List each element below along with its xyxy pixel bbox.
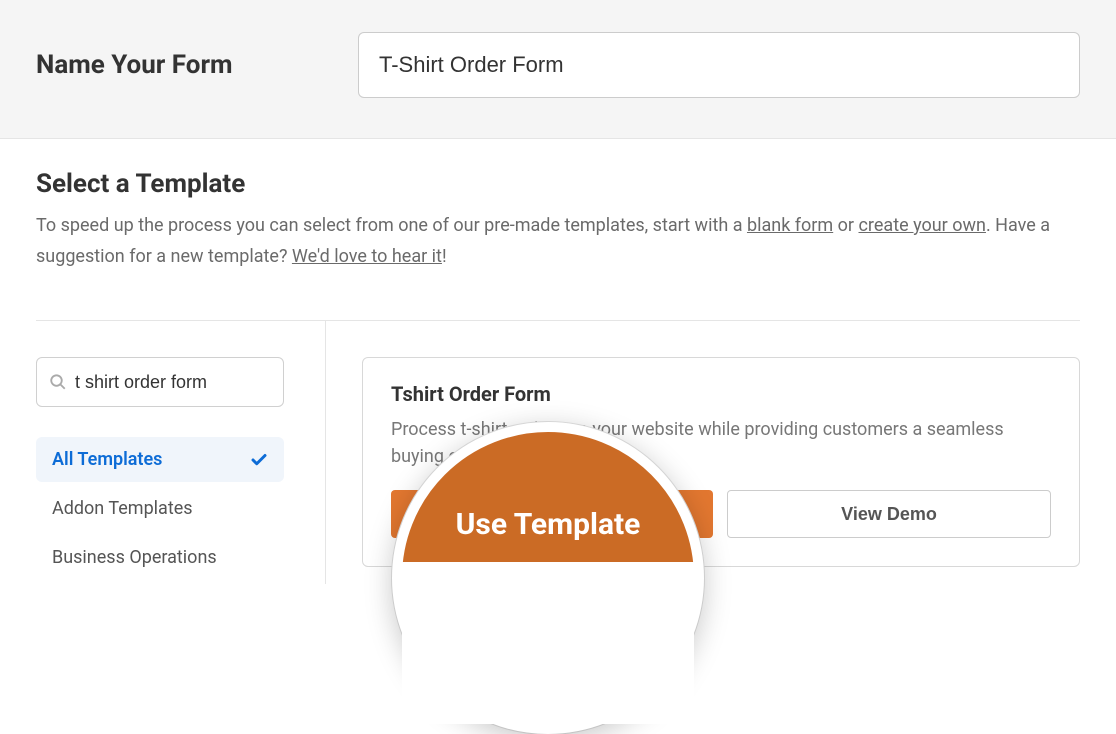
form-name-input[interactable]: [358, 32, 1080, 98]
template-search-input[interactable]: [75, 372, 271, 393]
category-label: Addon Templates: [52, 498, 193, 519]
category-list: All Templates Addon Templates Business O…: [36, 437, 305, 580]
name-form-section: Name Your Form: [0, 0, 1116, 139]
name-your-form-label: Name Your Form: [36, 50, 358, 80]
blank-form-link[interactable]: blank form: [747, 215, 833, 236]
magnifier-label: Use Template: [456, 507, 641, 724]
check-icon: [250, 451, 268, 469]
view-demo-button[interactable]: View Demo: [727, 490, 1051, 538]
desc-text: !: [442, 246, 447, 267]
template-sidebar: All Templates Addon Templates Business O…: [36, 321, 326, 584]
search-icon: [49, 373, 67, 391]
category-label: Business Operations: [52, 547, 217, 568]
category-all-templates[interactable]: All Templates: [36, 437, 284, 482]
desc-text: To speed up the process you can select f…: [36, 215, 747, 236]
category-label: All Templates: [52, 449, 162, 470]
category-addon-templates[interactable]: Addon Templates: [36, 486, 284, 531]
suggestion-link[interactable]: We'd love to hear it: [292, 246, 442, 267]
category-business-operations[interactable]: Business Operations: [36, 535, 284, 580]
template-description-text: To speed up the process you can select f…: [36, 211, 1080, 272]
template-card-title: Tshirt Order Form: [391, 382, 1051, 406]
search-wrapper[interactable]: [36, 357, 284, 407]
select-template-heading: Select a Template: [36, 169, 1080, 199]
create-your-own-link[interactable]: create your own: [859, 215, 986, 236]
magnifier-overlay: Use Template: [392, 422, 704, 734]
desc-text: or: [833, 215, 858, 236]
